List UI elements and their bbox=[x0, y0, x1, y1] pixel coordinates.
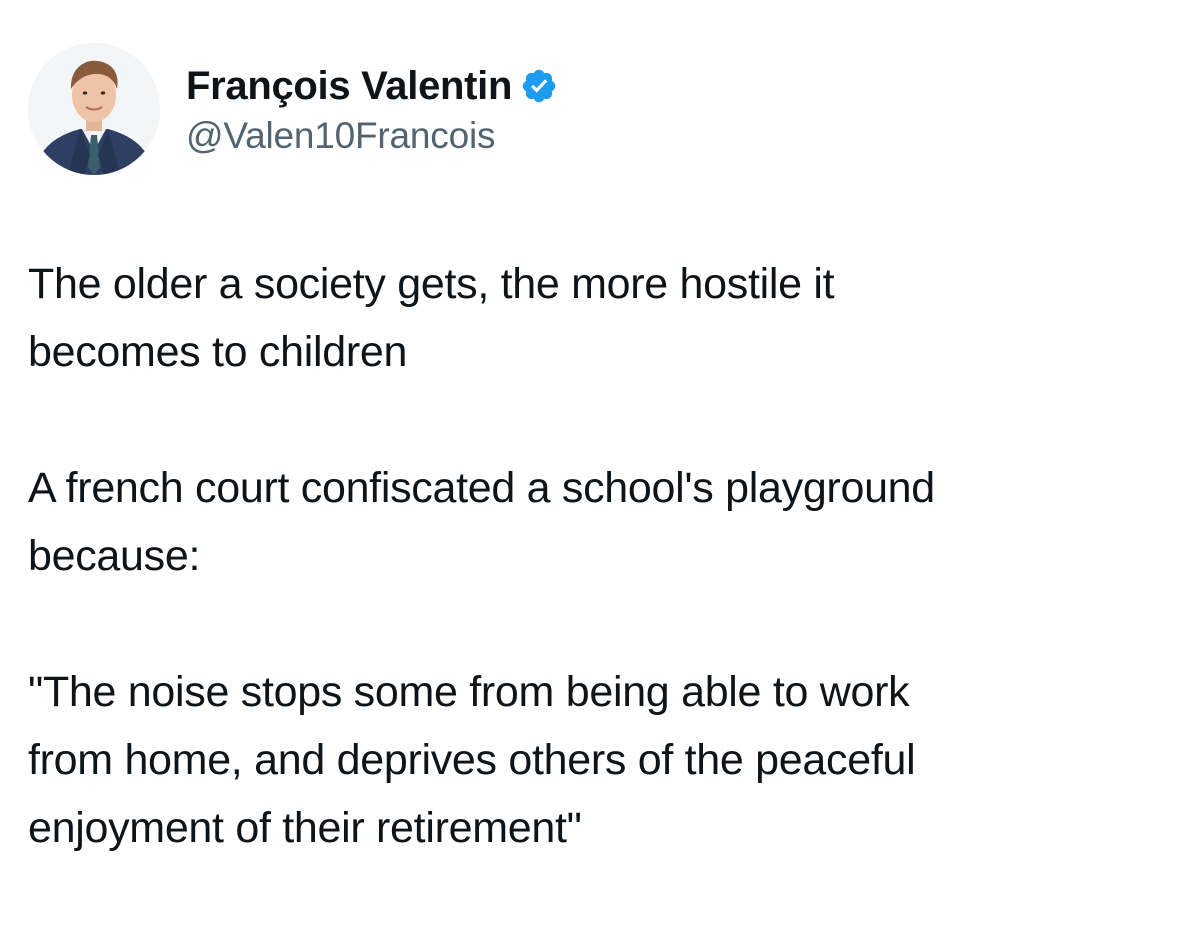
tweet-line: A french court confiscated a school's pl… bbox=[28, 464, 935, 512]
author-identity: François Valentin @Valen10Francois bbox=[186, 61, 558, 157]
tweet-text: The older a society gets, the more hosti… bbox=[28, 250, 1158, 862]
avatar-image bbox=[28, 43, 160, 175]
tweet-header: François Valentin @Valen10Francois bbox=[28, 42, 558, 176]
tweet-line: The older a society gets, the more hosti… bbox=[28, 260, 835, 308]
tweet-line: because: bbox=[28, 532, 201, 580]
display-name[interactable]: François Valentin bbox=[186, 64, 512, 109]
tweet-line: "The noise stops some from being able to… bbox=[28, 668, 910, 716]
tweet-line: enjoyment of their retirement" bbox=[28, 804, 582, 852]
author-handle[interactable]: @Valen10Francois bbox=[186, 115, 558, 157]
tweet-line: becomes to children bbox=[28, 328, 408, 376]
tweet-card: François Valentin @Valen10Francois The o… bbox=[0, 0, 1178, 934]
verified-badge-icon[interactable] bbox=[520, 67, 558, 105]
name-row: François Valentin bbox=[186, 61, 558, 111]
tweet-line: from home, and deprives others of the pe… bbox=[28, 736, 916, 784]
avatar[interactable] bbox=[28, 43, 160, 175]
